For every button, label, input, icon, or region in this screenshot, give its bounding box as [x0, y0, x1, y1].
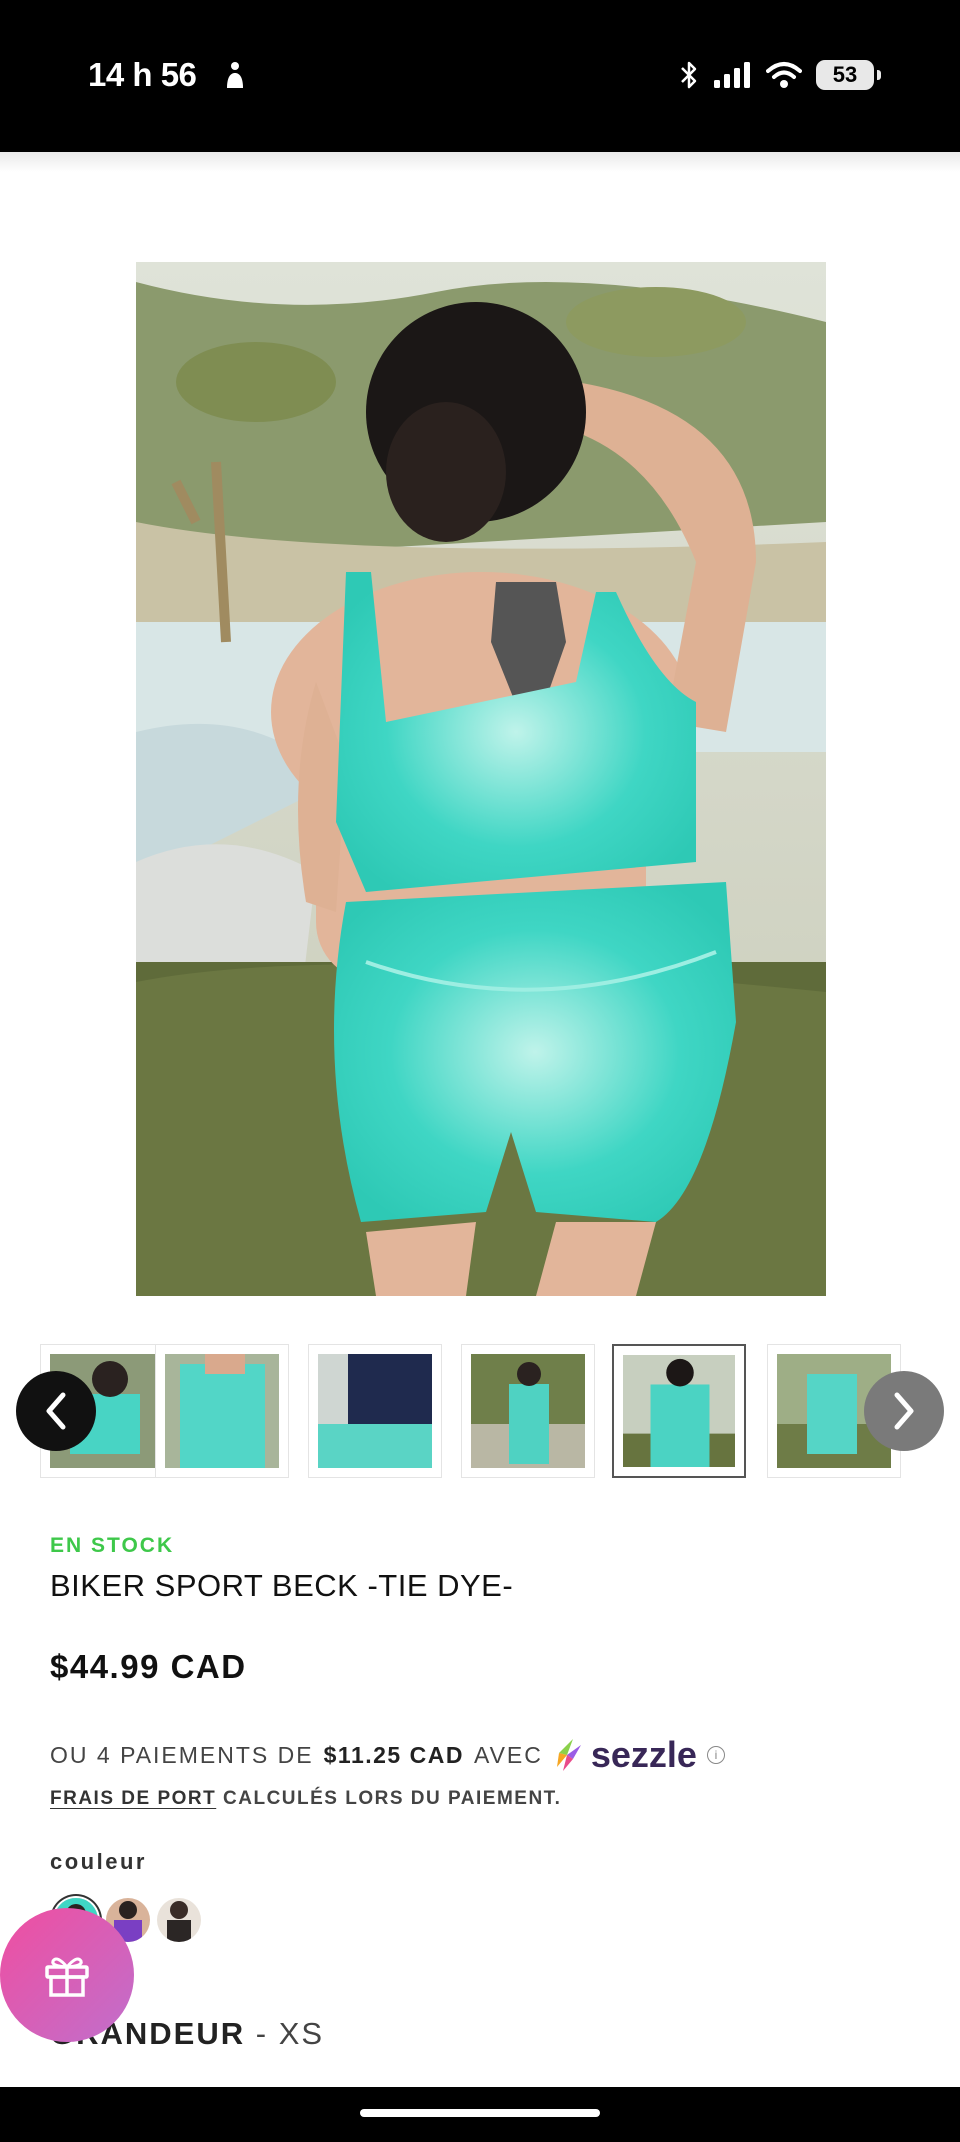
- sezzle-logo[interactable]: sezzle: [553, 1734, 697, 1776]
- shipping-text: CALCULÉS LORS DU PAIEMENT.: [223, 1788, 562, 1809]
- battery-icon: 53: [816, 60, 881, 90]
- thumbnail-2[interactable]: [155, 1344, 289, 1478]
- gift-icon: [45, 1957, 89, 1997]
- product-title: BIKER SPORT BECK -TIE DYE-: [50, 1568, 514, 1603]
- stock-status: EN STOCK: [50, 1534, 175, 1557]
- sezzle-mark-icon: [556, 1739, 581, 1771]
- chevron-right-icon: [894, 1392, 914, 1430]
- home-bar: [0, 2087, 960, 2142]
- info-icon[interactable]: i: [706, 1746, 725, 1764]
- thumbnail-5[interactable]: [612, 1344, 746, 1478]
- product-price: $44.99 CAD: [50, 1648, 247, 1685]
- wifi-icon: [766, 62, 802, 88]
- home-indicator[interactable]: [360, 2109, 600, 2117]
- installments-info: OU 4 PAIEMENTS DE $11.25 CAD AVEC sezzle…: [50, 1734, 725, 1776]
- status-icons: 53: [678, 60, 881, 90]
- header-divider: [0, 152, 960, 172]
- rewards-gift-button[interactable]: [0, 1908, 134, 2042]
- thumbnail-3[interactable]: [308, 1344, 442, 1478]
- shipping-link[interactable]: FRAIS DE PORT: [50, 1788, 216, 1809]
- thumbnail-4[interactable]: [461, 1344, 595, 1478]
- battery-level: 53: [832, 62, 858, 87]
- thumbnail-strip: [0, 1342, 960, 1478]
- product-main-image[interactable]: [136, 262, 826, 1296]
- signal-icon: [714, 62, 750, 88]
- installments-prefix: OU 4 PAIEMENTS DE: [50, 1741, 314, 1768]
- gallery-prev-button[interactable]: [16, 1371, 96, 1451]
- status-time: 14 h 56: [88, 56, 197, 93]
- gallery-next-button[interactable]: [864, 1371, 944, 1451]
- shipping-note: FRAIS DE PORT CALCULÉS LORS DU PAIEMENT.: [50, 1788, 561, 1810]
- size-separator: -: [245, 2016, 279, 2051]
- size-value: XS: [278, 2016, 325, 2051]
- sezzle-wordmark: sezzle: [590, 1734, 697, 1775]
- installments-suffix: AVEC: [473, 1741, 543, 1768]
- installments-amount: $11.25 CAD: [323, 1741, 464, 1768]
- color-label: couleur: [50, 1849, 147, 1874]
- color-swatch-3[interactable]: [157, 1898, 201, 1942]
- bluetooth-icon: [681, 61, 697, 89]
- chevron-left-icon: [46, 1392, 66, 1430]
- status-bar: 14 h 56 53: [0, 0, 960, 152]
- person-icon: [227, 62, 243, 88]
